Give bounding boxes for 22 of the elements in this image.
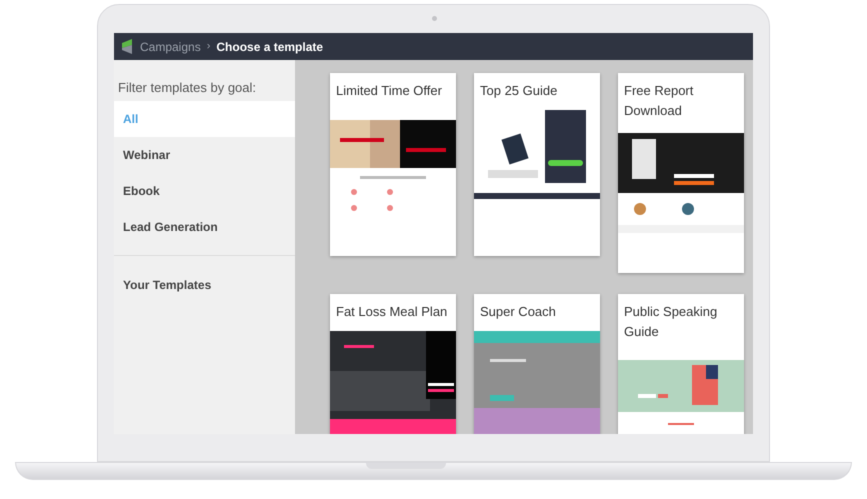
template-title: Top 25 Guide	[479, 82, 558, 100]
template-card[interactable]: Free Report Download	[618, 73, 744, 273]
camera-icon	[432, 16, 437, 21]
breadcrumb-separator: ›	[206, 39, 210, 54]
goal-item[interactable]: Lead Generation	[114, 208, 295, 244]
template-card[interactable]: Fat Loss Meal Plan	[330, 294, 456, 434]
goal-item[interactable]: Webinar	[114, 136, 295, 172]
template-title: Public Speaking Guide	[623, 303, 718, 341]
template-title: Limited Time Offer	[335, 82, 443, 100]
filter-heading: Filter templates by goal:	[117, 79, 258, 97]
your-templates-link[interactable]: Your Templates	[114, 256, 295, 294]
template-card[interactable]: Top 25 Guide	[474, 73, 600, 256]
template-title: Fat Loss Meal Plan	[335, 303, 448, 321]
logo-icon	[122, 39, 134, 54]
goal-item[interactable]: Ebook	[114, 172, 295, 208]
template-card[interactable]: Public Speaking Guide	[618, 294, 744, 434]
template-title: Free Report Download	[623, 82, 694, 120]
breadcrumb-item: Choose a template	[216, 38, 324, 56]
breadcrumb-item[interactable]: Campaigns	[140, 38, 201, 56]
template-card[interactable]: Limited Time Offer	[330, 73, 456, 256]
template-title: Super Coach	[479, 303, 557, 321]
template-card[interactable]: Super Coach	[474, 294, 600, 434]
